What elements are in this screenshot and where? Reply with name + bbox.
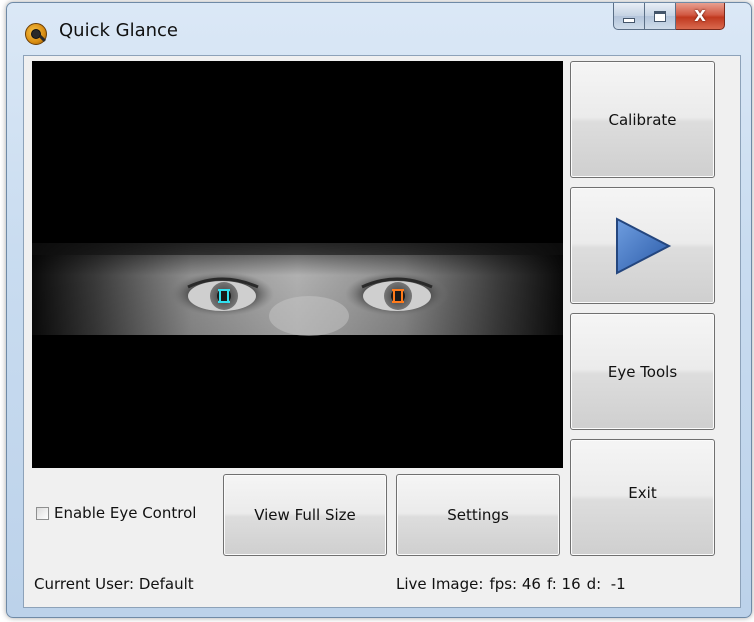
title-bar[interactable]: Quick Glance X xyxy=(7,3,751,55)
current-user-status: Current User: Default xyxy=(34,575,194,593)
frame-value: f: 16 xyxy=(546,575,581,593)
view-full-size-button[interactable]: View Full Size xyxy=(223,474,387,556)
exit-button[interactable]: Exit xyxy=(570,439,715,556)
eye-tools-button[interactable]: Eye Tools xyxy=(570,313,715,430)
close-icon: X xyxy=(694,7,706,25)
window-title: Quick Glance xyxy=(59,20,178,41)
live-image-label: Live Image: xyxy=(396,575,484,593)
eye-image-svg xyxy=(32,61,563,468)
enable-eye-control-label: Enable Eye Control xyxy=(54,504,197,522)
calibrate-button[interactable]: Calibrate xyxy=(570,61,715,178)
settings-button[interactable]: Settings xyxy=(396,474,560,556)
calibrate-label: Calibrate xyxy=(608,110,677,129)
enable-eye-control[interactable]: Enable Eye Control xyxy=(36,504,196,522)
fps-value: fps: 46 xyxy=(489,575,541,593)
quick-glance-logo-icon xyxy=(25,23,47,45)
play-triangle-icon xyxy=(615,216,671,275)
play-button[interactable] xyxy=(570,187,715,304)
view-full-size-label: View Full Size xyxy=(254,506,356,524)
live-eye-image xyxy=(32,61,563,468)
minimize-button[interactable] xyxy=(613,3,645,30)
close-button[interactable]: X xyxy=(676,3,725,30)
eye-tools-label: Eye Tools xyxy=(607,362,678,381)
exit-label: Exit xyxy=(628,483,657,502)
maximize-button[interactable] xyxy=(645,3,676,30)
minimize-icon xyxy=(623,17,635,23)
d-value: d: -1 xyxy=(586,575,626,593)
caption-buttons: X xyxy=(613,3,725,30)
app-window: Quick Glance X Calibrate Eye Tools Exit … xyxy=(6,2,752,618)
client-area: Calibrate Eye Tools Exit Enable Eye Cont… xyxy=(23,55,741,608)
enable-eye-control-checkbox[interactable] xyxy=(36,506,49,520)
settings-label: Settings xyxy=(447,506,509,524)
live-image-status: Live Image: fps: 46 f: 16 d: -1 xyxy=(396,575,626,593)
maximize-icon xyxy=(654,10,666,22)
